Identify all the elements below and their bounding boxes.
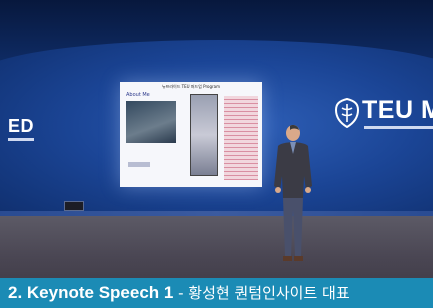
caption-separator: - [173,284,189,302]
teu-logo-subtitle-bar [364,126,433,129]
caduceus-icon [334,98,360,128]
caption-title: 2. Keynote Speech 1 [8,283,174,302]
left-logo-text: ED [8,116,35,136]
teu-logo-text: TEU ME [362,96,433,124]
teu-logo: TEU ME [334,96,433,136]
speaker-figure [274,125,312,261]
slide-heading: About Me [126,92,150,98]
caption-speaker: 황성현 퀀텀인사이트 대표 [188,284,350,302]
caption-text: 2. Keynote Speech 1 - 황성현 퀀텀인사이트 대표 [8,278,350,308]
presentation-slide: 뉴프라이드 TEU 퍼드업 Program About Me [120,82,262,187]
floor-camera [64,201,84,211]
event-photo: ED 뉴프라이드 TEU 퍼드업 Program About Me TEU ME [0,0,433,308]
slide-header: 뉴프라이드 TEU 퍼드업 Program [161,84,221,89]
left-logo-subtitle-bar [8,138,34,141]
slide-photo-door [190,94,218,176]
slide-photo-room [126,101,176,143]
caption-bar: 2. Keynote Speech 1 - 황성현 퀀텀인사이트 대표 [0,278,433,308]
slide-photo-poster [224,96,258,180]
slide-footer-logo [128,162,150,167]
